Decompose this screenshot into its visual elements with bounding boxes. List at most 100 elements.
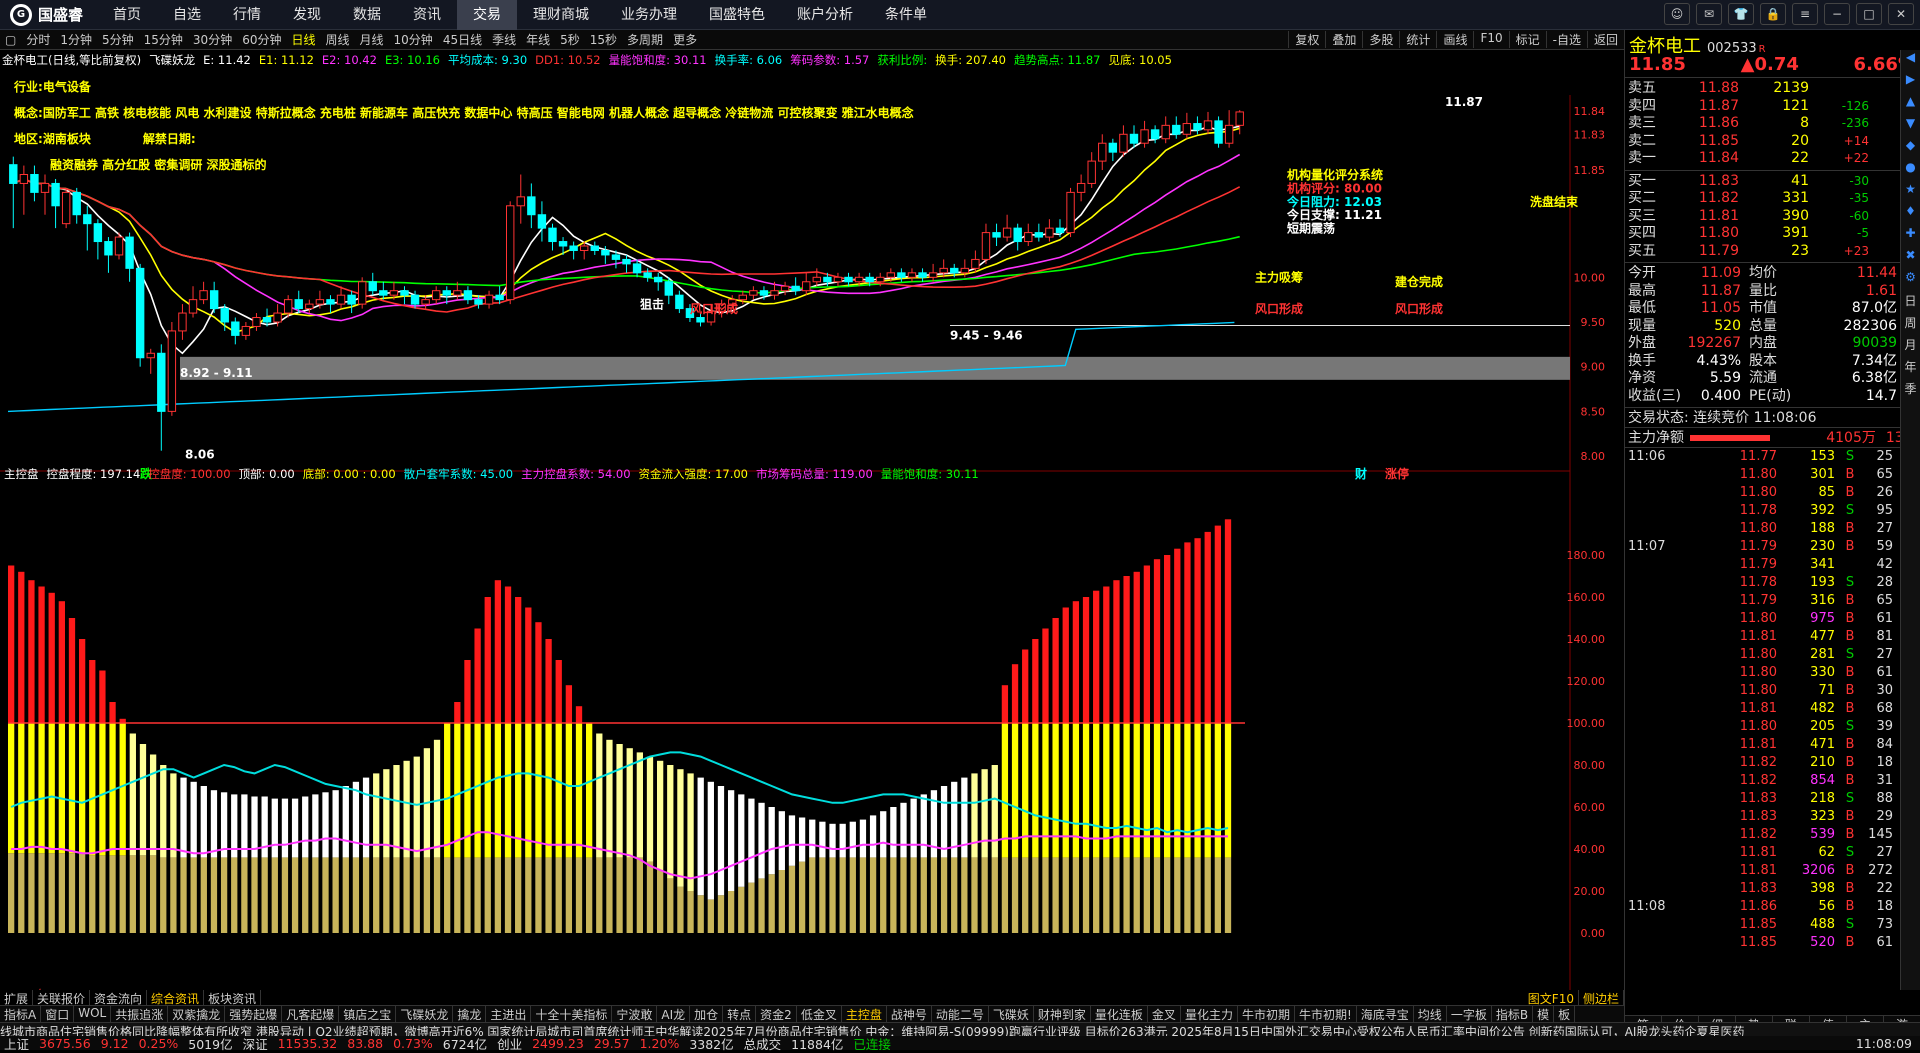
candle[interactable] <box>1193 123 1202 131</box>
control-bar[interactable] <box>900 802 907 858</box>
control-bar[interactable] <box>545 723 552 858</box>
period-8[interactable]: 月线 <box>355 31 389 48</box>
candle[interactable] <box>971 258 980 269</box>
indicator-tab-33[interactable]: 板 <box>1554 1006 1576 1022</box>
candle[interactable] <box>1098 142 1107 162</box>
control-bar-top[interactable] <box>474 628 481 724</box>
side-tool-icon[interactable]: ▲ <box>1901 94 1920 116</box>
control-bar-top[interactable] <box>1082 597 1090 723</box>
candle[interactable] <box>939 267 948 274</box>
indicator-tab-8[interactable]: 飞碟妖龙 <box>396 1006 454 1022</box>
candle[interactable] <box>812 276 822 283</box>
candle[interactable] <box>1034 232 1044 238</box>
control-bar[interactable] <box>809 819 816 858</box>
control-bar[interactable] <box>99 723 106 856</box>
control-bar-top[interactable] <box>1113 580 1120 723</box>
candle[interactable] <box>1214 120 1223 144</box>
candle[interactable] <box>178 312 187 332</box>
control-bar[interactable] <box>170 773 177 858</box>
control-bar-top[interactable] <box>504 586 512 724</box>
candle[interactable] <box>431 290 441 301</box>
bids-row[interactable]: 买五 11.79 23 +23 <box>1625 243 1920 261</box>
candle[interactable] <box>357 281 367 305</box>
control-bar-top[interactable] <box>1022 649 1029 724</box>
control-bar[interactable] <box>849 821 856 858</box>
candle[interactable] <box>1087 160 1096 184</box>
candle[interactable] <box>1150 129 1160 140</box>
control-bar[interactable] <box>768 807 775 875</box>
candle[interactable] <box>569 245 578 251</box>
control-bar-top[interactable] <box>555 660 562 723</box>
candle[interactable] <box>749 290 758 296</box>
indicator-tab-4[interactable]: 双紫擒龙 <box>168 1006 226 1022</box>
control-bar[interactable] <box>241 794 248 858</box>
indicator-tab-22[interactable]: 财神到家 <box>1034 1006 1091 1022</box>
control-bar-top[interactable] <box>1153 559 1161 723</box>
control-bar[interactable] <box>880 811 887 858</box>
nav-item-1[interactable]: 自选 <box>157 0 217 30</box>
period-14[interactable]: 15秒 <box>585 31 622 48</box>
indicator-tab-19[interactable]: 战神号 <box>887 1006 932 1022</box>
control-bar-top[interactable] <box>68 618 76 723</box>
tool-6[interactable]: 标记 <box>1508 31 1546 48</box>
control-bar-top[interactable] <box>565 685 573 723</box>
control-bar-top[interactable] <box>454 702 461 723</box>
control-bar[interactable] <box>160 765 167 858</box>
candle[interactable] <box>1203 120 1213 131</box>
nav-item-8[interactable]: 业务办理 <box>605 0 693 30</box>
minimize-icon[interactable]: − <box>1824 3 1850 25</box>
period-12[interactable]: 年线 <box>521 31 555 48</box>
candle[interactable] <box>453 290 462 296</box>
nav-item-9[interactable]: 国盛特色 <box>693 0 781 30</box>
control-bar[interactable] <box>149 754 157 856</box>
indicator-tab-23[interactable]: 量化连板 <box>1091 1006 1148 1022</box>
control-bar-top[interactable] <box>1133 571 1140 723</box>
side-tool-icon[interactable]: ● <box>1901 160 1920 182</box>
control-bar[interactable] <box>646 756 654 862</box>
control-bar[interactable] <box>190 781 197 858</box>
candle[interactable] <box>632 263 642 274</box>
control-bar-top[interactable] <box>1143 565 1151 724</box>
candle[interactable] <box>368 281 377 292</box>
sub-tab-2[interactable]: 资金流向 <box>90 990 148 1006</box>
control-bar[interactable] <box>616 744 623 858</box>
close-icon[interactable]: ✕ <box>1888 3 1914 25</box>
candle[interactable] <box>315 299 325 305</box>
control-bar-top[interactable] <box>1001 685 1009 723</box>
indicator-tab-16[interactable]: 资金2 <box>756 1006 797 1022</box>
control-bar[interactable] <box>302 796 309 858</box>
control-bar[interactable] <box>788 815 796 866</box>
control-bar-top[interactable] <box>1164 555 1171 723</box>
bids-row[interactable]: 买一 11.83 41 -30 <box>1625 173 1920 191</box>
indicator-tab-25[interactable]: 量化主力 <box>1181 1006 1238 1022</box>
indicator-tab-13[interactable]: AI龙 <box>657 1006 691 1022</box>
control-bar-top[interactable] <box>525 607 532 724</box>
control-bar[interactable] <box>839 823 846 858</box>
candle[interactable] <box>220 308 229 323</box>
side-period-1[interactable]: 周 <box>1901 314 1920 336</box>
candle[interactable] <box>897 272 906 278</box>
candle[interactable] <box>410 294 420 305</box>
indicator-tab-32[interactable]: 模 <box>1533 1006 1555 1022</box>
control-bar-top[interactable] <box>1042 628 1049 724</box>
side-tool-icon[interactable]: ▼ <box>1901 116 1920 138</box>
candle[interactable] <box>590 245 599 251</box>
candle[interactable] <box>654 276 663 283</box>
control-bar[interactable] <box>413 756 420 858</box>
period-7[interactable]: 周线 <box>321 31 355 48</box>
control-bar[interactable] <box>910 798 917 858</box>
sub-tab-3[interactable]: 综合资讯 <box>147 990 205 1006</box>
candle[interactable] <box>844 276 853 283</box>
side-period-2[interactable]: 月 <box>1901 336 1920 358</box>
control-bar[interactable] <box>525 723 532 858</box>
control-indicator-chart[interactable]: 180.00 160.00 140.00 120.00 100.00 80.00 60.00… <box>8 519 1605 940</box>
menu-icon[interactable]: ≡ <box>1792 3 1818 25</box>
control-bar[interactable] <box>200 786 207 858</box>
control-bar-top[interactable] <box>1224 519 1232 723</box>
candle[interactable] <box>928 272 938 278</box>
candle[interactable] <box>527 196 536 216</box>
candle[interactable] <box>696 317 705 323</box>
control-bar[interactable] <box>727 790 735 891</box>
sub-tab-1[interactable]: 关联报价 <box>33 990 91 1006</box>
control-bar[interactable] <box>433 739 441 858</box>
